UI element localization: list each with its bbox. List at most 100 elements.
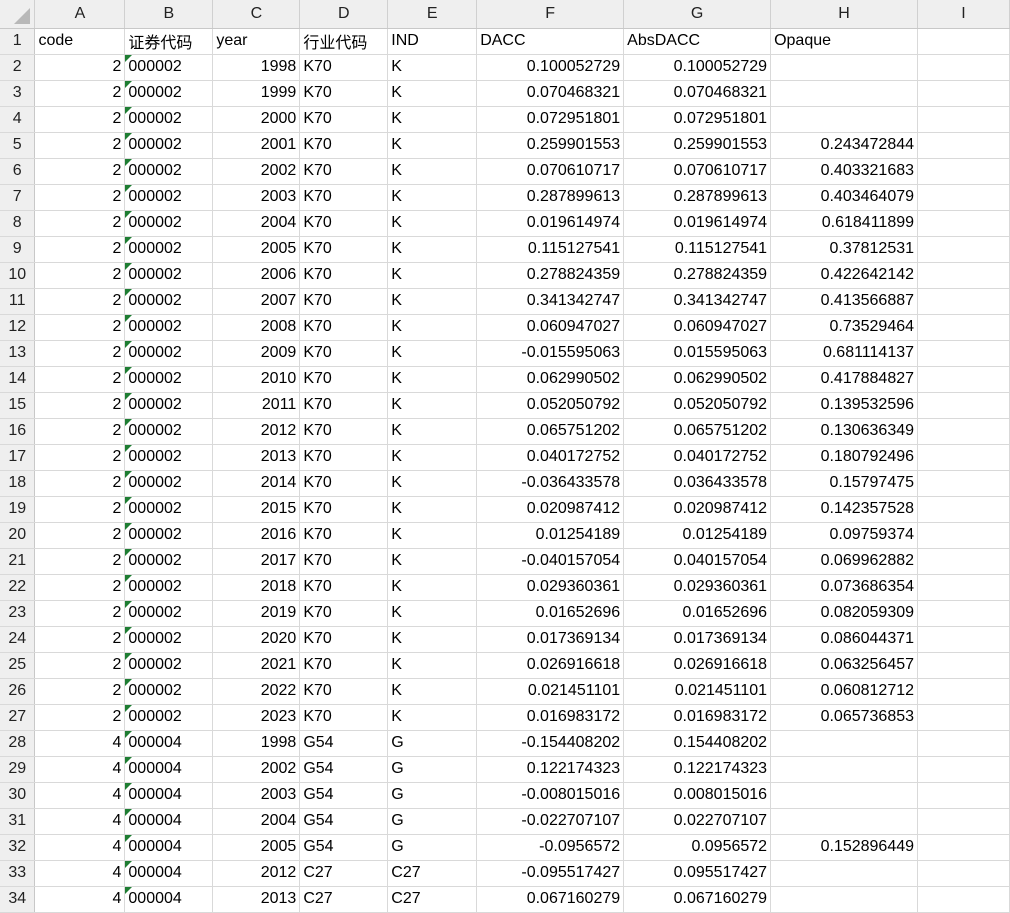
cell-b5[interactable]: 000002 [124,132,214,159]
row-header-11[interactable]: 11 [0,288,36,315]
cell-b3[interactable]: 000002 [124,80,214,107]
cell-h3[interactable] [770,80,919,107]
column-header-e[interactable]: E [387,0,478,29]
cell-b34[interactable]: 000004 [124,886,214,913]
cell-i20[interactable] [917,522,1010,549]
cell-c25[interactable]: 2021 [212,652,301,679]
cell-e13[interactable]: K [387,340,478,367]
cell-b23[interactable]: 000002 [124,600,214,627]
cell-f1[interactable]: DACC [476,28,625,55]
row-header-18[interactable]: 18 [0,470,36,497]
cell-b7[interactable]: 000002 [124,184,214,211]
row-header-29[interactable]: 29 [0,756,36,783]
cell-e32[interactable]: G [387,834,478,861]
cell-a8[interactable]: 2 [34,210,126,237]
cell-e20[interactable]: K [387,522,478,549]
cell-b9[interactable]: 000002 [124,236,214,263]
cell-b1[interactable]: 证券代码 [124,28,214,55]
cell-h24[interactable]: 0.086044371 [770,626,919,653]
cell-h33[interactable] [770,860,919,887]
cell-d28[interactable]: G54 [299,730,389,757]
cell-a27[interactable]: 2 [34,704,126,731]
cell-b16[interactable]: 000002 [124,418,214,445]
cell-e17[interactable]: K [387,444,478,471]
cell-b10[interactable]: 000002 [124,262,214,289]
cell-h30[interactable] [770,782,919,809]
cell-c24[interactable]: 2020 [212,626,301,653]
cell-e25[interactable]: K [387,652,478,679]
cell-d3[interactable]: K70 [299,80,389,107]
cell-i6[interactable] [917,158,1010,185]
column-header-a[interactable]: A [34,0,126,29]
cell-c3[interactable]: 1999 [212,80,301,107]
cell-i27[interactable] [917,704,1010,731]
cell-c10[interactable]: 2006 [212,262,301,289]
row-header-10[interactable]: 10 [0,262,36,289]
row-header-21[interactable]: 21 [0,548,36,575]
cell-g21[interactable]: 0.040157054 [623,548,772,575]
cell-d22[interactable]: K70 [299,574,389,601]
cell-d7[interactable]: K70 [299,184,389,211]
cell-a31[interactable]: 4 [34,808,126,835]
cell-c14[interactable]: 2010 [212,366,301,393]
cell-h9[interactable]: 0.37812531 [770,236,919,263]
cell-a18[interactable]: 2 [34,470,126,497]
cell-a30[interactable]: 4 [34,782,126,809]
cell-f4[interactable]: 0.072951801 [476,106,625,133]
cell-c20[interactable]: 2016 [212,522,301,549]
cell-c29[interactable]: 2002 [212,756,301,783]
cell-e2[interactable]: K [387,54,478,81]
cell-g8[interactable]: 0.019614974 [623,210,772,237]
cell-d19[interactable]: K70 [299,496,389,523]
cell-e30[interactable]: G [387,782,478,809]
cell-c21[interactable]: 2017 [212,548,301,575]
cell-c13[interactable]: 2009 [212,340,301,367]
cell-f23[interactable]: 0.01652696 [476,600,625,627]
cell-d16[interactable]: K70 [299,418,389,445]
cell-i32[interactable] [917,834,1010,861]
cell-e18[interactable]: K [387,470,478,497]
cell-i10[interactable] [917,262,1010,289]
cell-a1[interactable]: code [34,28,126,55]
cell-i4[interactable] [917,106,1010,133]
cell-f10[interactable]: 0.278824359 [476,262,625,289]
cell-g24[interactable]: 0.017369134 [623,626,772,653]
cell-c19[interactable]: 2015 [212,496,301,523]
row-header-34[interactable]: 34 [0,886,36,913]
cell-g14[interactable]: 0.062990502 [623,366,772,393]
cell-h14[interactable]: 0.417884827 [770,366,919,393]
cell-h6[interactable]: 0.403321683 [770,158,919,185]
cell-e23[interactable]: K [387,600,478,627]
cell-f32[interactable]: -0.0956572 [476,834,625,861]
cell-h11[interactable]: 0.413566887 [770,288,919,315]
cell-i9[interactable] [917,236,1010,263]
row-header-33[interactable]: 33 [0,860,36,887]
cell-a17[interactable]: 2 [34,444,126,471]
cell-h20[interactable]: 0.09759374 [770,522,919,549]
cell-b29[interactable]: 000004 [124,756,214,783]
cell-h18[interactable]: 0.15797475 [770,470,919,497]
cell-f33[interactable]: -0.095517427 [476,860,625,887]
cell-c8[interactable]: 2004 [212,210,301,237]
cell-f15[interactable]: 0.052050792 [476,392,625,419]
cell-h31[interactable] [770,808,919,835]
cell-i1[interactable] [917,28,1010,55]
cell-h23[interactable]: 0.082059309 [770,600,919,627]
cell-f17[interactable]: 0.040172752 [476,444,625,471]
cell-a26[interactable]: 2 [34,678,126,705]
row-header-28[interactable]: 28 [0,730,36,757]
cell-a21[interactable]: 2 [34,548,126,575]
cell-b27[interactable]: 000002 [124,704,214,731]
column-header-h[interactable]: H [770,0,919,29]
cell-c9[interactable]: 2005 [212,236,301,263]
cell-h27[interactable]: 0.065736853 [770,704,919,731]
cell-f22[interactable]: 0.029360361 [476,574,625,601]
row-header-14[interactable]: 14 [0,366,36,393]
cell-d5[interactable]: K70 [299,132,389,159]
cell-c32[interactable]: 2005 [212,834,301,861]
cell-f12[interactable]: 0.060947027 [476,314,625,341]
cell-g32[interactable]: 0.0956572 [623,834,772,861]
cell-c28[interactable]: 1998 [212,730,301,757]
cell-f31[interactable]: -0.022707107 [476,808,625,835]
cell-e9[interactable]: K [387,236,478,263]
